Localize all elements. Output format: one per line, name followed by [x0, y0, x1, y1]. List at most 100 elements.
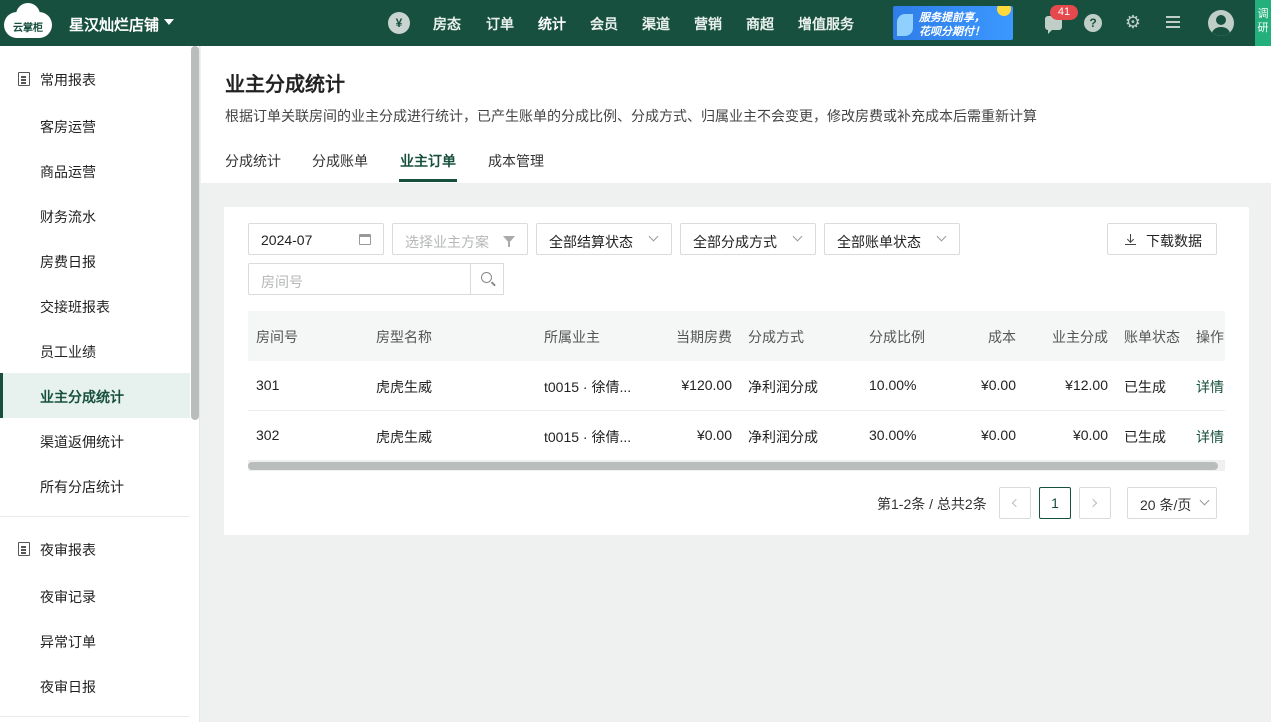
nav-item-store[interactable]: 商超: [746, 14, 774, 34]
column-header: 房型名称: [376, 329, 432, 345]
sidebar-item-audit-daily[interactable]: 夜审日报: [0, 663, 190, 708]
sidebar-item-label: 交接班报表: [40, 299, 110, 315]
search-button[interactable]: [470, 263, 504, 295]
sidebar-item-staff-performance[interactable]: 员工业绩: [0, 328, 190, 373]
sidebar-divider: [0, 716, 190, 717]
chevron-down-icon: [792, 231, 803, 242]
sun-icon: [997, 6, 1011, 16]
sidebar-group-common-reports[interactable]: 常用报表: [0, 56, 190, 101]
sidebar-item-room-operations[interactable]: 客房运营: [0, 103, 190, 148]
sidebar-scrollbar[interactable]: [191, 46, 199, 420]
sidebar-item-label: 员工业绩: [40, 344, 96, 360]
column-header: 操作: [1196, 329, 1224, 345]
sidebar-item-label: 商品运营: [40, 164, 96, 180]
sidebar-group-label: 常用报表: [40, 72, 96, 88]
month-picker[interactable]: 2024-07: [248, 223, 384, 255]
sidebar-item-room-fee-daily[interactable]: 房费日报: [0, 238, 190, 283]
table-horizontal-scrollbar[interactable]: [248, 461, 1225, 471]
bill-status-select[interactable]: 全部账单状态: [824, 223, 960, 255]
room-number-input[interactable]: 房间号: [248, 263, 471, 295]
column-header: 业主分成: [1052, 329, 1108, 345]
settle-status-select[interactable]: 全部结算状态: [536, 223, 672, 255]
filter-icon: [503, 236, 515, 247]
tab-split-stats[interactable]: 分成统计: [225, 151, 281, 171]
page-description: 根据订单关联房间的业主分成进行统计，已产生账单的分成比例、分成方式、归属业主不会…: [225, 108, 1037, 124]
page-size-select[interactable]: 20 条/页: [1127, 487, 1217, 519]
room-type-cell: 虎虎生威: [376, 379, 432, 395]
column-header: 房间号: [256, 329, 298, 345]
bill-status-value: 全部账单状态: [837, 234, 921, 250]
page-title: 业主分成统计: [225, 74, 345, 96]
nav-item-room-status[interactable]: 房态: [433, 14, 461, 34]
scrollbar-thumb[interactable]: [248, 462, 1218, 470]
logo-text: 云掌柜: [13, 23, 43, 34]
column-header: 所属业主: [544, 329, 600, 345]
notification-badge: 41: [1050, 5, 1078, 20]
nav-item-value-added[interactable]: 增值服务: [798, 14, 854, 34]
page-header: 业主分成统计 根据订单关联房间的业主分成进行统计，已产生账单的分成比例、分成方式…: [201, 46, 1271, 183]
nav-item-members[interactable]: 会员: [590, 14, 618, 34]
chevron-down-icon: [648, 231, 659, 242]
sidebar-item-product-operations[interactable]: 商品运营: [0, 148, 190, 193]
split-method-cell: 净利润分成: [748, 379, 818, 395]
sidebar-item-finance-flow[interactable]: 财务流水: [0, 193, 190, 238]
detail-link[interactable]: 详情: [1196, 427, 1224, 447]
menu-icon[interactable]: [1166, 16, 1180, 28]
table-header: 房间号 房型名称 所属业主 当期房费 分成方式 分成比例 成本 业主分成 账单状…: [248, 311, 1225, 361]
content-card: 2024-07 选择业主方案 全部结算状态 全部分成方式 全部账单状态 下载数据…: [224, 207, 1249, 535]
download-label: 下载数据: [1146, 233, 1202, 249]
page-number-button[interactable]: 1: [1039, 487, 1071, 519]
sidebar-group-label: 夜审报表: [40, 542, 96, 558]
owner-plan-select[interactable]: 选择业主方案: [392, 223, 528, 255]
download-icon: [1125, 234, 1136, 245]
table-row: 301 虎虎生威 t0015 · 徐倩... ¥120.00 净利润分成 10.…: [248, 361, 1225, 411]
room-number-cell: 302: [256, 427, 280, 443]
tab-owner-orders[interactable]: 业主订单: [400, 151, 456, 171]
room-fee-cell: ¥0.00: [696, 427, 732, 443]
gear-icon[interactable]: ⚙: [1124, 13, 1142, 31]
sidebar-group-night-audit[interactable]: 夜审报表: [0, 526, 190, 571]
download-button[interactable]: 下载数据: [1107, 223, 1217, 255]
sidebar-item-shift-report[interactable]: 交接班报表: [0, 283, 190, 328]
sidebar-item-channel-commission[interactable]: 渠道返佣统计: [0, 418, 190, 463]
room-fee-cell: ¥120.00: [681, 377, 732, 393]
sidebar-item-label: 业主分成统计: [40, 389, 124, 405]
tab-cost-management[interactable]: 成本管理: [488, 151, 544, 171]
tab-split-bills[interactable]: 分成账单: [312, 151, 368, 171]
chevron-left-icon: [1011, 498, 1021, 508]
sidebar-item-audit-records[interactable]: 夜审记录: [0, 573, 190, 618]
next-page-button[interactable]: [1079, 487, 1111, 519]
cost-cell: ¥0.00: [980, 427, 1016, 443]
room-type-cell: 虎虎生威: [376, 429, 432, 445]
top-navigation-bar: 云掌柜 星汉灿烂店铺 ¥ 房态 订单 统计 会员 渠道 营销 商超 增值服务 服…: [0, 0, 1271, 46]
survey-tab[interactable]: 调研: [1255, 0, 1271, 46]
sidebar-item-owner-split-stats[interactable]: 业主分成统计: [0, 373, 190, 418]
sidebar-item-label: 夜审日报: [40, 679, 96, 695]
caret-down-icon[interactable]: [164, 19, 174, 25]
user-avatar[interactable]: [1208, 10, 1234, 36]
split-method-select[interactable]: 全部分成方式: [680, 223, 816, 255]
nav-item-marketing[interactable]: 营销: [694, 14, 722, 34]
yen-icon[interactable]: ¥: [388, 12, 410, 34]
month-value: 2024-07: [261, 232, 313, 248]
detail-link[interactable]: 详情: [1196, 377, 1224, 397]
promo-banner[interactable]: 服务提前享， 花呗分期付！: [893, 6, 1013, 40]
owner-share-cell: ¥0.00: [1072, 427, 1108, 443]
nav-item-orders[interactable]: 订单: [486, 14, 514, 34]
column-header: 分成比例: [869, 329, 925, 345]
column-header: 账单状态: [1124, 329, 1180, 345]
sidebar-item-abnormal-orders[interactable]: 异常订单: [0, 618, 190, 663]
app-logo[interactable]: 云掌柜: [4, 3, 54, 40]
nav-item-channels[interactable]: 渠道: [642, 14, 670, 34]
pagination-total: 第1-2条 / 总共2条: [877, 496, 987, 512]
split-ratio-cell: 30.00%: [869, 427, 917, 443]
sidebar-item-all-branches[interactable]: 所有分店统计: [0, 463, 190, 508]
prev-page-button[interactable]: [999, 487, 1031, 519]
sidebar-item-label: 夜审记录: [40, 589, 96, 605]
help-icon[interactable]: ?: [1084, 14, 1102, 32]
owner-plan-placeholder: 选择业主方案: [405, 234, 489, 250]
nav-item-statistics[interactable]: 统计: [538, 14, 566, 34]
column-header: 分成方式: [748, 329, 804, 345]
sidebar-item-label: 房费日报: [40, 254, 96, 270]
store-name[interactable]: 星汉灿烂店铺: [69, 14, 159, 35]
